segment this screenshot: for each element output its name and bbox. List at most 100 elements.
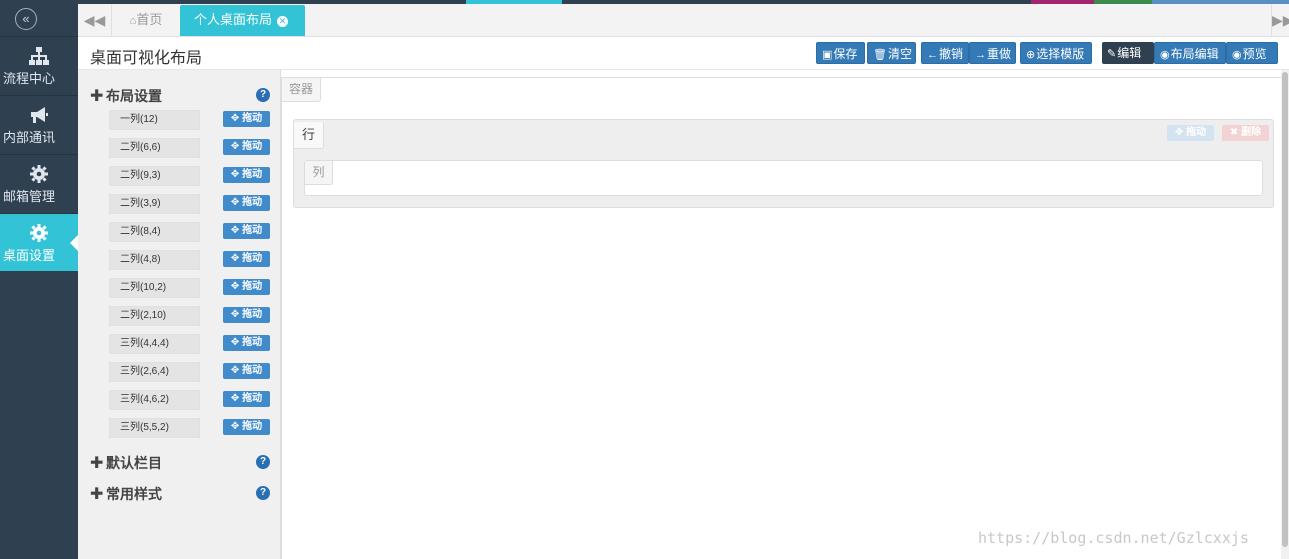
- help-icon[interactable]: ?: [256, 455, 270, 469]
- undo-button[interactable]: ←撤销: [921, 42, 969, 64]
- tab-personal-desktop-layout[interactable]: 个人桌面布局 ✕: [180, 5, 305, 36]
- template-button-label: 选择模版: [1036, 47, 1085, 61]
- layout-item[interactable]: 三列(4,6,2): [109, 390, 200, 410]
- redo-button[interactable]: →重做: [969, 42, 1016, 64]
- sidebar-item-label: 内部通讯: [3, 130, 56, 145]
- plus-icon: ✚: [90, 455, 104, 472]
- sidebar-item-messaging[interactable]: 内部通讯: [0, 95, 78, 153]
- double-chevron-left-icon[interactable]: «: [15, 8, 37, 30]
- layout-item[interactable]: 二列(4,8): [109, 250, 200, 270]
- eye-icon: ◉: [1232, 49, 1242, 61]
- help-icon[interactable]: ?: [256, 88, 270, 102]
- sidebar-item-label: 桌面设置: [3, 248, 56, 263]
- drag-button[interactable]: ✥ 拖动: [223, 279, 270, 295]
- plus-icon: ✚: [90, 486, 104, 503]
- layout-item[interactable]: 二列(6,6): [109, 138, 200, 158]
- vertical-scrollbar[interactable]: [1281, 70, 1289, 559]
- move-icon: ✥: [230, 141, 243, 152]
- eye-slash-icon: ◉: [1160, 49, 1170, 61]
- drag-button-label: 拖动: [242, 169, 263, 180]
- section-label: 默认栏目: [106, 455, 162, 471]
- tab-active-label: 个人桌面布局: [194, 12, 273, 27]
- drag-button[interactable]: ✥ 拖动: [223, 419, 270, 435]
- arrow-right-icon: →: [975, 49, 986, 61]
- preview-button[interactable]: ◉预览: [1226, 42, 1278, 64]
- layout-item[interactable]: 二列(8,4): [109, 222, 200, 242]
- row-drag-button[interactable]: ✥ 拖动: [1167, 125, 1214, 141]
- drag-button[interactable]: ✥ 拖动: [223, 195, 270, 211]
- move-icon: ✥: [230, 197, 243, 208]
- move-icon: ✥: [230, 309, 243, 320]
- drag-button[interactable]: ✥ 拖动: [223, 139, 270, 155]
- layout-container[interactable]: 容器 行 ✥ 拖动 ✖ 删除 列: [281, 77, 1282, 559]
- drag-button-label: 拖动: [242, 253, 263, 264]
- row-label: 行: [294, 122, 324, 149]
- redo-button-label: 重做: [987, 47, 1012, 61]
- layout-column[interactable]: 列: [304, 160, 1263, 196]
- layout-item[interactable]: 三列(4,4,4): [109, 334, 200, 354]
- section-layout-settings[interactable]: ✚ 布局设置: [90, 86, 162, 106]
- layout-row[interactable]: 行 ✥ 拖动 ✖ 删除 列: [293, 119, 1274, 208]
- drag-button[interactable]: ✥ 拖动: [223, 111, 270, 127]
- tab-scroll-right-icon[interactable]: ▶▶: [1271, 4, 1289, 37]
- design-canvas: 容器 行 ✥ 拖动 ✖ 删除 列: [280, 70, 1289, 559]
- layout-edit-button[interactable]: ◉布局编辑: [1154, 42, 1226, 64]
- layout-item[interactable]: 二列(2,10): [109, 306, 200, 326]
- move-icon: ✥: [230, 225, 243, 236]
- sidebar-item-label: 邮箱管理: [3, 189, 56, 204]
- drag-button-label: 拖动: [242, 225, 263, 236]
- section-label: 布局设置: [106, 88, 162, 104]
- drag-button-label: 拖动: [242, 309, 263, 320]
- save-button-label: 保存: [833, 47, 858, 61]
- drag-button[interactable]: ✥ 拖动: [223, 223, 270, 239]
- layout-item[interactable]: 二列(3,9): [109, 194, 200, 214]
- edit-button[interactable]: ✎编辑: [1102, 42, 1154, 64]
- clear-button[interactable]: 🗑清空: [867, 42, 916, 64]
- layout-item[interactable]: 二列(9,3): [109, 166, 200, 186]
- sidebar: « 流程中心 内部通讯 邮箱管理 桌面设置: [0, 0, 78, 559]
- close-icon: ✖: [1229, 127, 1239, 138]
- scrollbar-thumb[interactable]: [1282, 72, 1288, 547]
- layout-item[interactable]: 三列(5,5,2): [109, 418, 200, 438]
- sidebar-item-mailbox[interactable]: 邮箱管理: [0, 154, 78, 212]
- row-delete-button[interactable]: ✖ 删除: [1222, 125, 1269, 141]
- drag-button-label: 拖动: [242, 337, 263, 348]
- layout-edit-button-label: 布局编辑: [1170, 47, 1219, 61]
- sidebar-item-workflow[interactable]: 流程中心: [0, 36, 78, 94]
- column-label: 列: [305, 161, 333, 185]
- sidebar-item-desktop-settings[interactable]: 桌面设置: [0, 213, 78, 271]
- page-title: 桌面可视化布局: [90, 50, 203, 67]
- tab-home-label: 首页: [136, 12, 163, 27]
- layout-item[interactable]: 三列(2,6,4): [109, 362, 200, 382]
- drag-button[interactable]: ✥ 拖动: [223, 307, 270, 323]
- clear-button-label: 清空: [887, 47, 912, 61]
- help-icon[interactable]: ?: [256, 486, 270, 500]
- plus-icon: ✚: [90, 88, 104, 105]
- trash-icon: 🗑: [873, 49, 887, 61]
- drag-button[interactable]: ✥ 拖动: [223, 167, 270, 183]
- move-icon: ✥: [230, 113, 243, 124]
- bullhorn-icon: [31, 107, 48, 123]
- section-default-columns[interactable]: ✚ 默认栏目: [90, 453, 162, 473]
- section-common-styles[interactable]: ✚ 常用样式: [90, 484, 162, 504]
- drag-button[interactable]: ✥ 拖动: [223, 363, 270, 379]
- edit-icon: ✎: [1107, 48, 1117, 60]
- move-icon: ✥: [230, 281, 243, 292]
- close-icon[interactable]: ✕: [277, 16, 289, 27]
- tab-home[interactable]: ⌂首页: [112, 4, 180, 37]
- layout-item[interactable]: 一列(12): [109, 110, 200, 130]
- drag-button[interactable]: ✥ 拖动: [223, 251, 270, 267]
- container-label: 容器: [282, 78, 321, 102]
- gear-icon: [30, 224, 48, 242]
- move-icon: ✥: [230, 421, 243, 432]
- sitemap-icon: [29, 47, 49, 65]
- section-label: 常用样式: [106, 486, 162, 502]
- select-template-button[interactable]: ⊕选择模版: [1020, 42, 1092, 64]
- tab-scroll-left-icon[interactable]: ◀◀: [78, 4, 112, 37]
- drag-button-label: 拖动: [242, 141, 263, 152]
- arrow-left-icon: ←: [927, 49, 938, 61]
- drag-button[interactable]: ✥ 拖动: [223, 335, 270, 351]
- layout-item[interactable]: 二列(10,2): [109, 278, 200, 298]
- drag-button[interactable]: ✥ 拖动: [223, 391, 270, 407]
- save-button[interactable]: ▣保存: [816, 42, 865, 64]
